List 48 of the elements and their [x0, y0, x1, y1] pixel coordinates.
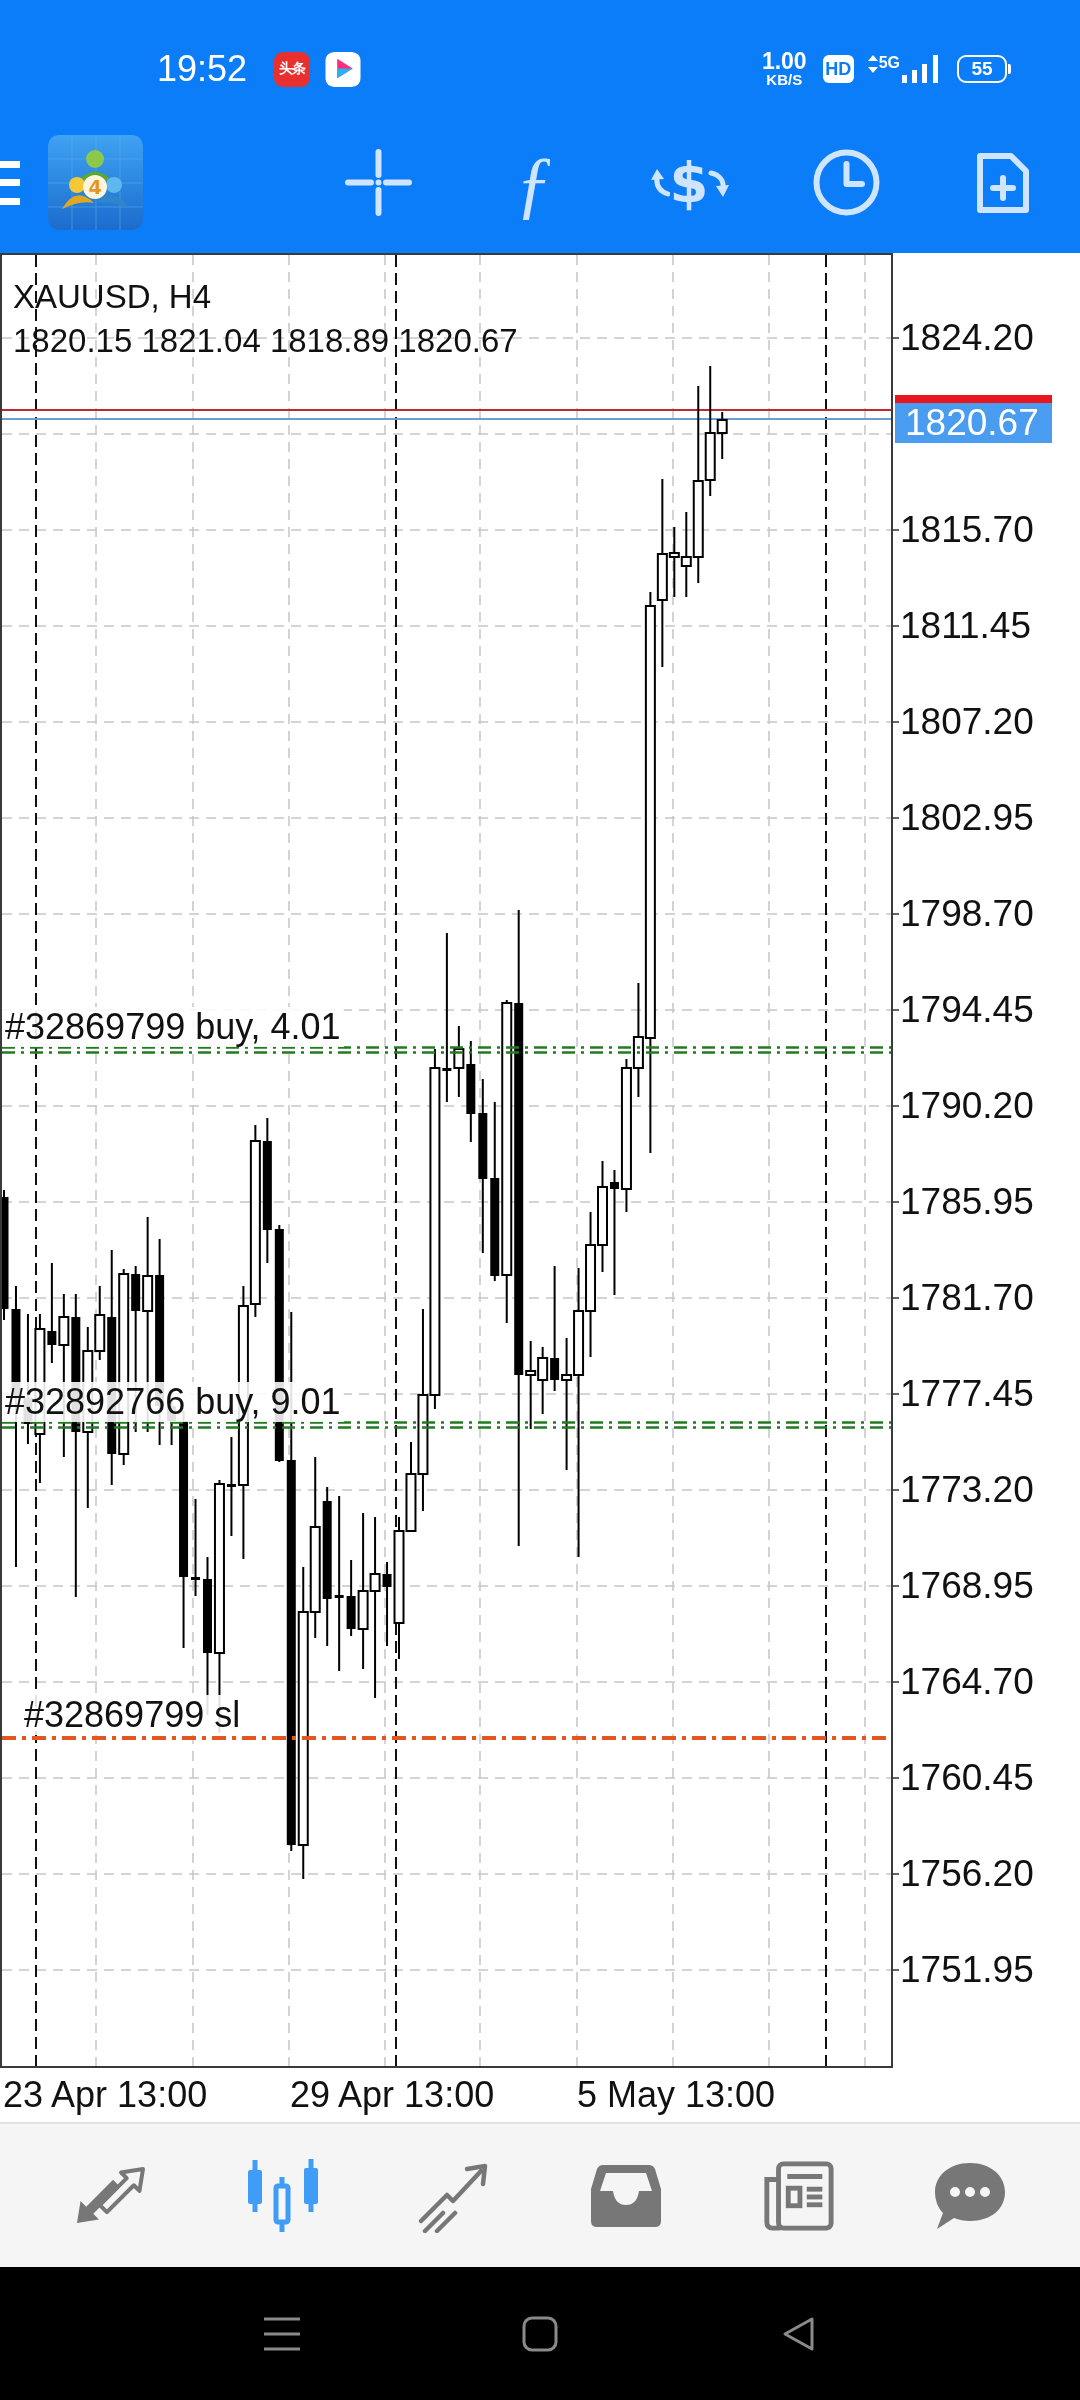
- newspaper-icon[interactable]: [761, 2158, 835, 2233]
- price-label: 1798.70: [900, 893, 1034, 935]
- new-document-icon[interactable]: [974, 151, 1030, 214]
- data-transfer-icon: [867, 55, 878, 73]
- price-label: 1773.20: [900, 1469, 1034, 1511]
- price-label: 1760.45: [900, 1757, 1034, 1799]
- clock-icon[interactable]: [812, 149, 880, 216]
- price-label: 1794.45: [900, 989, 1034, 1031]
- network-speed: 1.00: [761, 50, 807, 72]
- time-label: 5 May 13:00: [577, 2074, 776, 2115]
- ohlc-values: 1820.15 1821.04 1818.89 1820.67: [13, 321, 518, 361]
- price-label: 1756.20: [900, 1853, 1034, 1895]
- signal-icon: [902, 55, 940, 83]
- current-price-label: 1820.67: [895, 403, 1052, 443]
- chart-symbol-label: XAUUSD, H4: [13, 277, 212, 317]
- clock-time: 19:52: [157, 47, 248, 91]
- price-label: 1802.95: [900, 797, 1034, 839]
- price-label: 1790.20: [900, 1085, 1034, 1127]
- price-label: 1824.20: [900, 317, 1034, 359]
- network-speed-unit: KB/S: [766, 72, 803, 88]
- app-notification-icon: 头条: [274, 51, 311, 87]
- play-app-icon: [325, 51, 362, 87]
- candlestick-icon[interactable]: [245, 2158, 319, 2233]
- price-label: 1815.70: [900, 509, 1034, 551]
- time-label: 29 Apr 13:00: [290, 2074, 495, 2115]
- price-label: 1785.95: [900, 1181, 1034, 1223]
- menu-icon[interactable]: [0, 160, 20, 205]
- trade-button[interactable]: $: [649, 150, 731, 215]
- price-label: 1751.95: [900, 1949, 1034, 1991]
- battery-indicator: 55: [957, 55, 1011, 83]
- order-label: #32869799 buy, 4.01: [2, 1007, 344, 1047]
- price-label: 1811.45: [900, 605, 1031, 647]
- curved-arrow-icon: [649, 167, 670, 198]
- network-type: 5G: [878, 55, 900, 71]
- price-label: 1807.20: [900, 701, 1034, 743]
- app-logo: 4: [48, 135, 143, 230]
- menu-icon[interactable]: [264, 2315, 300, 2352]
- price-label: 1781.70: [900, 1277, 1034, 1319]
- price-label: 1764.70: [900, 1661, 1034, 1703]
- indicators-button[interactable]: ƒ: [509, 145, 559, 220]
- order-label: #32892766 buy, 9.01: [2, 1382, 344, 1422]
- back-icon[interactable]: [781, 2315, 815, 2352]
- price-label: 1777.45: [900, 1373, 1034, 1415]
- hd-badge: HD: [822, 55, 854, 83]
- crosshair-icon[interactable]: [344, 149, 412, 216]
- time-label: 23 Apr 13:00: [3, 2074, 208, 2115]
- home-icon[interactable]: [522, 2315, 558, 2352]
- price-label: 1768.95: [900, 1565, 1034, 1607]
